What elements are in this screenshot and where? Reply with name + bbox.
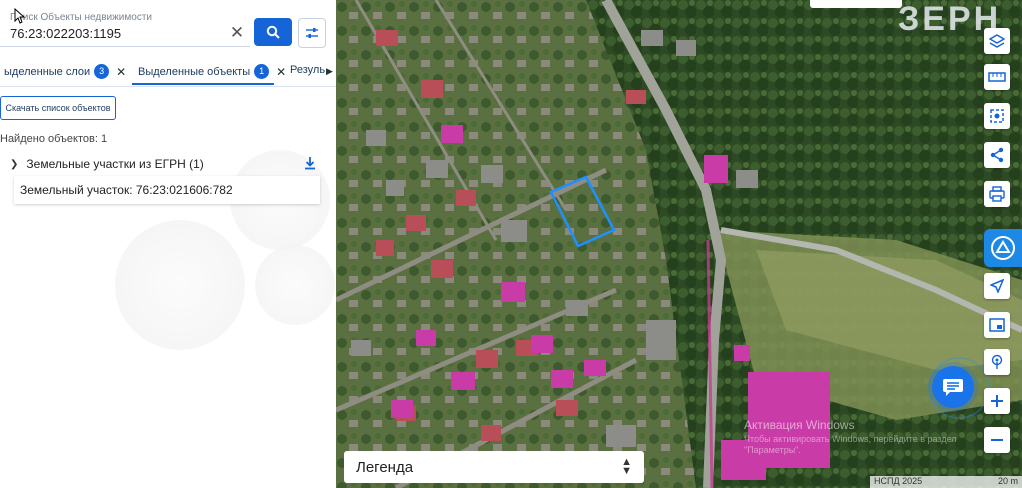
found-count: Найдено объектов: 1 [0, 133, 108, 145]
legend-dropdown[interactable]: Легенда ▲ ▼ [344, 451, 644, 483]
clear-search-icon[interactable]: ✕ [228, 24, 246, 42]
touch-icon [991, 354, 1003, 369]
zoom-out-button[interactable] [984, 427, 1010, 453]
tab-results[interactable]: Резуль [290, 64, 325, 76]
tab-label: Выделенные объекты [138, 65, 251, 78]
touch-button[interactable] [984, 349, 1010, 375]
mouse-cursor-icon [14, 8, 26, 24]
scale-bar: 20 m [997, 476, 1018, 486]
map-attribution: НСПД 2025 20 m [870, 476, 1022, 488]
close-icon[interactable]: ✕ [116, 65, 126, 79]
top-control-strip [810, 0, 902, 8]
search-input[interactable]: 76:23:022203:1195 [10, 26, 121, 41]
select-area-icon [990, 109, 1004, 123]
locate-icon [990, 279, 1004, 293]
locate-button[interactable] [984, 273, 1010, 299]
zoom-in-button[interactable] [984, 388, 1010, 414]
ruler-icon [988, 72, 1006, 82]
chat-button[interactable] [932, 366, 974, 408]
search-button[interactable] [254, 18, 292, 46]
satellite-imagery [336, 0, 1022, 488]
layers-button[interactable] [984, 28, 1010, 54]
count-badge: 1 [254, 64, 270, 79]
search-icon [266, 25, 280, 39]
tab-selected-layers[interactable]: ыделенные слои 3 ✕ [4, 64, 126, 79]
active-tab-indicator [132, 83, 274, 85]
tab-label: ыделенные слои [4, 65, 91, 78]
result-item[interactable]: Земельный участок: 76:23:021606:782 [14, 176, 320, 204]
layers-icon [989, 34, 1005, 48]
windows-activation-title: Активация Windows [744, 418, 855, 432]
group-header[interactable]: ❯ Земельные участки из ЕГРН (1) [10, 156, 320, 172]
search-label: Поиск Объекты недвижимости [10, 12, 152, 23]
ruler-button[interactable] [984, 64, 1010, 90]
expand-icon: ▲ ▼ [621, 456, 632, 477]
minimap-icon [989, 318, 1005, 332]
scroll-right-icon[interactable]: ▶ [326, 66, 333, 77]
windows-activation-text: Чтобы активировать Windows, перейдите в … [744, 434, 957, 455]
minimap-button[interactable] [984, 312, 1010, 338]
zoom-in-icon [991, 395, 1003, 407]
print-icon [989, 186, 1005, 202]
count-badge: 3 [94, 64, 110, 79]
select-area-button[interactable] [984, 103, 1010, 129]
group-label: Земельные участки из ЕГРН (1) [26, 157, 204, 171]
result-item-label: Земельный участок: 76:23:021606:782 [20, 183, 233, 197]
tab-selected-objects[interactable]: Выделенные объекты 1 ✕ [138, 64, 286, 79]
tab-label: Резуль [290, 64, 326, 76]
filter-sliders-icon [306, 28, 318, 38]
download-list-button[interactable]: Скачать список объектов [0, 96, 116, 120]
left-panel: Поиск Объекты недвижимости 76:23:022203:… [0, 0, 336, 488]
close-icon[interactable]: ✕ [276, 65, 286, 79]
chevron-down-icon[interactable]: ❯ [10, 159, 18, 170]
service-logo-icon [991, 236, 1015, 260]
share-icon [990, 147, 1004, 163]
decorative-circle [255, 245, 335, 325]
legend-label: Легенда [356, 458, 414, 476]
zoom-out-icon [991, 439, 1003, 441]
print-button[interactable] [984, 181, 1010, 207]
search-field[interactable]: Поиск Объекты недвижимости 76:23:022203:… [0, 8, 250, 47]
download-icon[interactable] [304, 156, 316, 170]
filter-button[interactable] [298, 18, 326, 48]
share-button[interactable] [984, 142, 1010, 168]
service-logo-button[interactable] [984, 229, 1022, 267]
chat-icon [943, 379, 963, 396]
map-view[interactable]: Легенда ▲ ▼ [336, 0, 1022, 488]
decorative-circle [115, 220, 245, 350]
attribution-text: НСПД 2025 [874, 476, 923, 486]
